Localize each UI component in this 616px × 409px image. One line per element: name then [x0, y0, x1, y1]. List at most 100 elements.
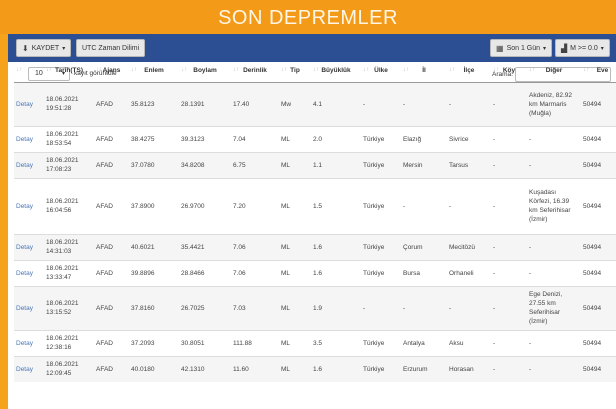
- other-cell: -: [527, 233, 581, 260]
- country-cell: Türkiye: [361, 355, 401, 382]
- column-header[interactable]: ↓↑ Boylam: [179, 60, 231, 83]
- village-cell: -: [491, 329, 527, 356]
- district-cell: -: [447, 285, 491, 330]
- magnitude-cell: 1.9: [311, 285, 361, 330]
- period-label: Son 1 Gün: [506, 44, 541, 52]
- other-cell: -: [527, 259, 581, 286]
- detail-link[interactable]: Detay: [14, 125, 44, 152]
- longitude-cell: 42.1310: [179, 355, 231, 382]
- download-icon: ⬇: [22, 43, 29, 53]
- detail-link[interactable]: Detay: [14, 177, 44, 234]
- city-cell: -: [401, 81, 447, 126]
- column-header-label: Diğer: [545, 67, 563, 75]
- page-title: SON DEPREMLER: [218, 7, 398, 29]
- other-cell: Akdeniz, 82.92 km Marmaris (Muğla): [527, 81, 581, 126]
- latitude-cell: 40.0180: [129, 355, 179, 382]
- magnitude-cell: 4.1: [311, 81, 361, 126]
- column-header-label: İlçe: [463, 67, 475, 75]
- column-header[interactable]: ↓↑ Köy: [491, 60, 527, 83]
- city-cell: -: [401, 285, 447, 330]
- agency-cell: AFAD: [94, 151, 129, 178]
- village-cell: -: [491, 177, 527, 234]
- time-value: 17:08:23: [46, 166, 72, 173]
- type-cell: ML: [279, 259, 311, 286]
- longitude-cell: 28.8466: [179, 259, 231, 286]
- date-cell: 18.06.2021 12:09:45: [44, 355, 94, 382]
- agency-cell: AFAD: [94, 81, 129, 126]
- magnitude-cell: 1.5: [311, 177, 361, 234]
- column-header[interactable]: ↓↑ Enlem: [129, 60, 179, 83]
- toolbar: ⬇ KAYDET ▾ UTC Zaman Dilimi ▦ Son 1 Gün …: [8, 34, 616, 62]
- column-header-label: Tarih(TS): [54, 67, 84, 75]
- sort-icon: ↓↑: [363, 67, 369, 73]
- date-cell: 18.06.2021 13:33:47: [44, 259, 94, 286]
- latitude-cell: 39.8896: [129, 259, 179, 286]
- time-value: 14:31:03: [46, 248, 72, 255]
- date-cell: 18.06.2021 19:51:28: [44, 81, 94, 126]
- agency-cell: AFAD: [94, 355, 129, 382]
- agency-cell: AFAD: [94, 177, 129, 234]
- sort-icon: ↓↑: [313, 67, 319, 73]
- column-header[interactable]: ↓↑ Tarih(TS): [44, 60, 94, 83]
- detail-link[interactable]: Detay: [14, 233, 44, 260]
- event-cell: 50494: [581, 125, 616, 152]
- event-cell: 50494: [581, 151, 616, 178]
- column-header[interactable]: ↓↑ Ajans: [94, 60, 129, 83]
- date-value: 18.06.2021: [46, 239, 79, 246]
- column-header[interactable]: ↓↑ İlçe: [447, 60, 491, 83]
- longitude-cell: 30.8051: [179, 329, 231, 356]
- longitude-cell: 39.3123: [179, 125, 231, 152]
- time-value: 12:09:45: [46, 370, 72, 378]
- city-cell: -: [401, 177, 447, 234]
- column-header[interactable]: ↓↑ Ülke: [361, 60, 401, 83]
- column-header[interactable]: ↓↑ Diğer: [527, 60, 581, 83]
- utc-timezone-button[interactable]: UTC Zaman Dilimi: [76, 39, 146, 57]
- depth-cell: 7.20: [231, 177, 279, 234]
- detail-link[interactable]: Detay: [14, 259, 44, 286]
- time-value: 12:38:16: [46, 344, 72, 351]
- date-cell: 18.06.2021 18:53:54: [44, 125, 94, 152]
- column-header[interactable]: ↓↑: [14, 60, 44, 83]
- agency-cell: AFAD: [94, 125, 129, 152]
- time-value: 19:51:28: [46, 105, 72, 112]
- period-button[interactable]: ▦ Son 1 Gün ▾: [490, 39, 553, 57]
- magnitude-cell: 1.6: [311, 233, 361, 260]
- detail-link[interactable]: Detay: [14, 329, 44, 356]
- event-cell: 50494: [581, 355, 616, 382]
- district-cell: Horasan: [447, 355, 491, 382]
- magnitude-filter-button[interactable]: ▟ M >= 0.0 ▾: [555, 39, 610, 57]
- column-header-label: Büyüklük: [321, 67, 351, 75]
- detail-link[interactable]: Detay: [14, 355, 44, 382]
- latitude-cell: 37.0780: [129, 151, 179, 178]
- column-header-label: İl: [422, 67, 426, 75]
- latitude-cell: 38.4275: [129, 125, 179, 152]
- chevron-down-icon: ▾: [543, 45, 547, 52]
- sort-icon: ↓↑: [583, 67, 589, 73]
- date-value: 18.06.2021: [46, 96, 79, 103]
- sort-icon: ↓↑: [46, 67, 52, 73]
- save-button[interactable]: ⬇ KAYDET ▾: [16, 39, 72, 57]
- column-header[interactable]: ↓↑ Büyüklük: [311, 60, 361, 83]
- column-header[interactable]: ↓↑ Derinlik: [231, 60, 279, 83]
- column-header[interactable]: ↓↑ Tip: [279, 60, 311, 83]
- table-row: Detay 18.06.2021 19:51:28 AFAD 35.8123 28.139…: [14, 81, 616, 126]
- time-value: 13:15:52: [46, 309, 72, 316]
- agency-cell: AFAD: [94, 285, 129, 330]
- country-cell: Türkiye: [361, 177, 401, 234]
- date-cell: 18.06.2021 16:04:56: [44, 177, 94, 234]
- country-cell: -: [361, 285, 401, 330]
- city-cell: Erzurum: [401, 355, 447, 382]
- date-value: 18.06.2021: [46, 265, 79, 272]
- column-header[interactable]: ↓↑ Eve: [581, 60, 616, 83]
- table-body: Detay 18.06.2021 19:51:28 AFAD 35.8123 28.139…: [14, 81, 616, 382]
- detail-link[interactable]: Detay: [14, 285, 44, 330]
- country-cell: Türkiye: [361, 151, 401, 178]
- latitude-cell: 37.2093: [129, 329, 179, 356]
- time-value: 16:04:56: [46, 207, 72, 214]
- type-cell: ML: [279, 233, 311, 260]
- city-cell: Çorum: [401, 233, 447, 260]
- table-row: Detay 18.06.2021 16:04:56 AFAD 37.8900 26.970…: [14, 177, 616, 234]
- column-header[interactable]: ↓↑ İl: [401, 60, 447, 83]
- detail-link[interactable]: Detay: [14, 151, 44, 178]
- detail-link[interactable]: Detay: [14, 81, 44, 126]
